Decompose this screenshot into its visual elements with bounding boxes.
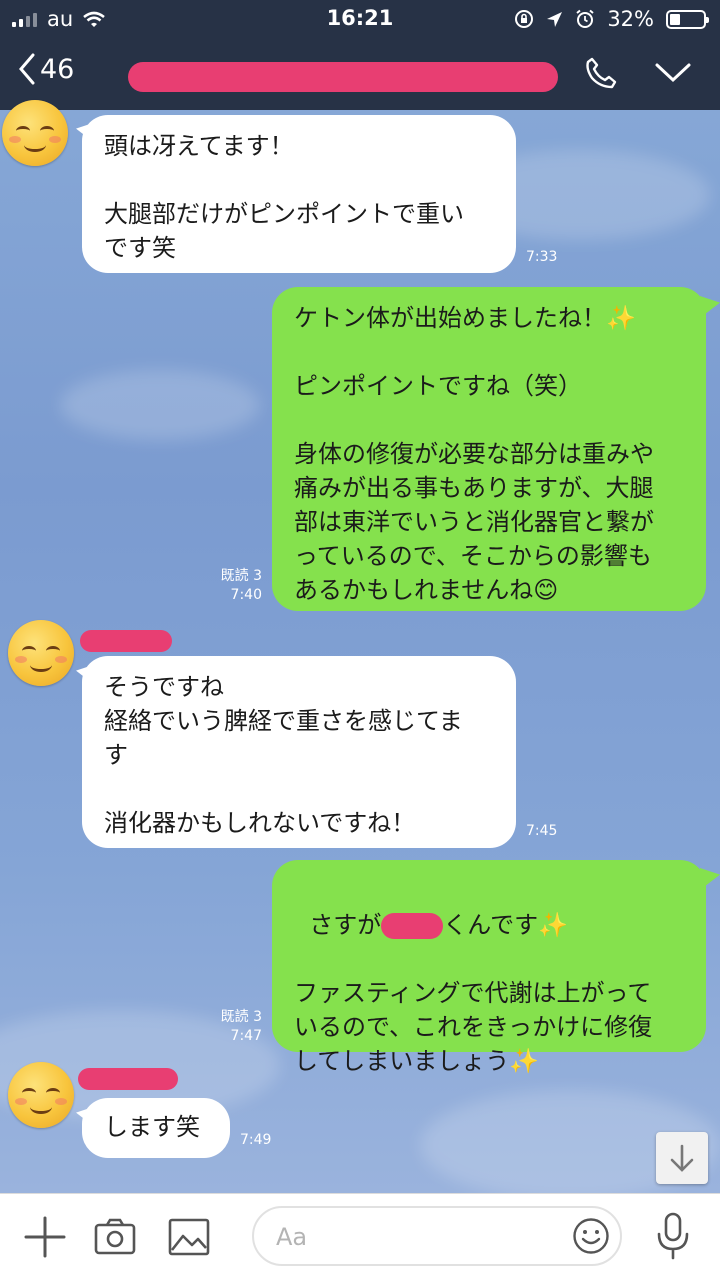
location-icon <box>547 11 563 27</box>
message-input[interactable] <box>274 1218 538 1256</box>
chevron-down-icon[interactable] <box>654 62 692 84</box>
chat-header: 46 <box>0 38 720 110</box>
camera-icon[interactable] <box>94 1218 136 1256</box>
avatar-eye <box>46 1088 60 1098</box>
redacted-name <box>381 913 444 939</box>
alarm-icon <box>576 9 594 28</box>
avatar-eye <box>16 126 30 136</box>
read-count: 既読 3 <box>220 1009 262 1025</box>
input-bar <box>0 1193 720 1281</box>
avatar[interactable] <box>8 1062 74 1128</box>
scroll-down-icon <box>670 1144 694 1172</box>
avatar-blush <box>55 1098 67 1105</box>
avatar[interactable] <box>8 620 74 686</box>
status-right: 32% <box>514 7 709 31</box>
message-bubble-incoming[interactable]: します笑 <box>82 1098 230 1158</box>
avatar-eye <box>40 126 54 136</box>
message-bubble-incoming[interactable]: そうですね 経絡でいう脾経で重さを感じてま す 消化器かもしれないですね！ <box>82 656 516 848</box>
message-input-field[interactable] <box>252 1206 622 1266</box>
message-time: 7:49 <box>240 1132 272 1148</box>
read-count: 既読 3 <box>220 568 262 584</box>
sparkle-icon: ✨ <box>509 1047 540 1075</box>
back-button[interactable]: 46 <box>18 52 74 86</box>
status-bar: au 16:21 32% <box>0 0 720 38</box>
top-bar: au 16:21 32% 46 <box>0 0 720 110</box>
avatar-mouth <box>24 138 46 152</box>
sparkle-icon: ✨ <box>538 911 568 939</box>
message-time: 7:45 <box>526 823 558 839</box>
avatar-blush <box>9 136 21 143</box>
message-bubble-outgoing[interactable]: さすが くんです✨ ファスティングで代謝は上がって いるので、これをきっかけに修復… <box>272 860 706 1075</box>
scroll-to-bottom-button[interactable] <box>656 1132 708 1184</box>
avatar-blush <box>15 656 27 663</box>
redacted-chat-title <box>128 62 558 92</box>
unread-count: 46 <box>40 53 75 85</box>
battery-icon <box>666 9 709 29</box>
avatar[interactable] <box>2 100 68 166</box>
emoji-icon[interactable] <box>572 1217 610 1255</box>
message-text-start: さすが <box>309 911 382 939</box>
read-receipt: 既読 3 7:47 <box>200 1008 262 1046</box>
message-bubble-outgoing[interactable]: ケトン体が出始めましたね！✨ ピンポイントですね（笑） 身体の修復が必要な部分は… <box>272 287 706 611</box>
back-chevron-icon <box>19 53 35 85</box>
message-time: 7:40 <box>230 587 262 603</box>
plus-icon[interactable] <box>24 1216 66 1258</box>
battery-percent: 32% <box>607 7 654 31</box>
image-icon[interactable] <box>168 1218 210 1256</box>
background-cloud <box>60 370 260 440</box>
rotation-lock-icon <box>515 10 534 28</box>
microphone-icon[interactable] <box>656 1212 690 1260</box>
message-text-mid: くんです <box>443 911 539 939</box>
read-receipt: 既読 3 7:40 <box>200 567 262 605</box>
avatar-mouth <box>30 1100 52 1114</box>
message-time: 7:47 <box>230 1028 262 1044</box>
avatar-mouth <box>30 658 52 672</box>
avatar-blush <box>49 136 61 143</box>
avatar-eye <box>46 646 60 656</box>
message-time: 7:33 <box>526 249 558 265</box>
avatar-blush <box>55 656 67 663</box>
battery-level <box>670 13 680 25</box>
avatar-blush <box>15 1098 27 1105</box>
avatar-eye <box>22 1088 36 1098</box>
message-bubble-incoming[interactable]: 頭は冴えてます！ 大腿部だけがピンポイントで重い です笑 <box>82 115 516 273</box>
phone-icon[interactable] <box>584 56 618 90</box>
redacted-sender-name <box>78 1068 178 1090</box>
redacted-sender-name <box>80 630 172 652</box>
avatar-eye <box>22 646 36 656</box>
